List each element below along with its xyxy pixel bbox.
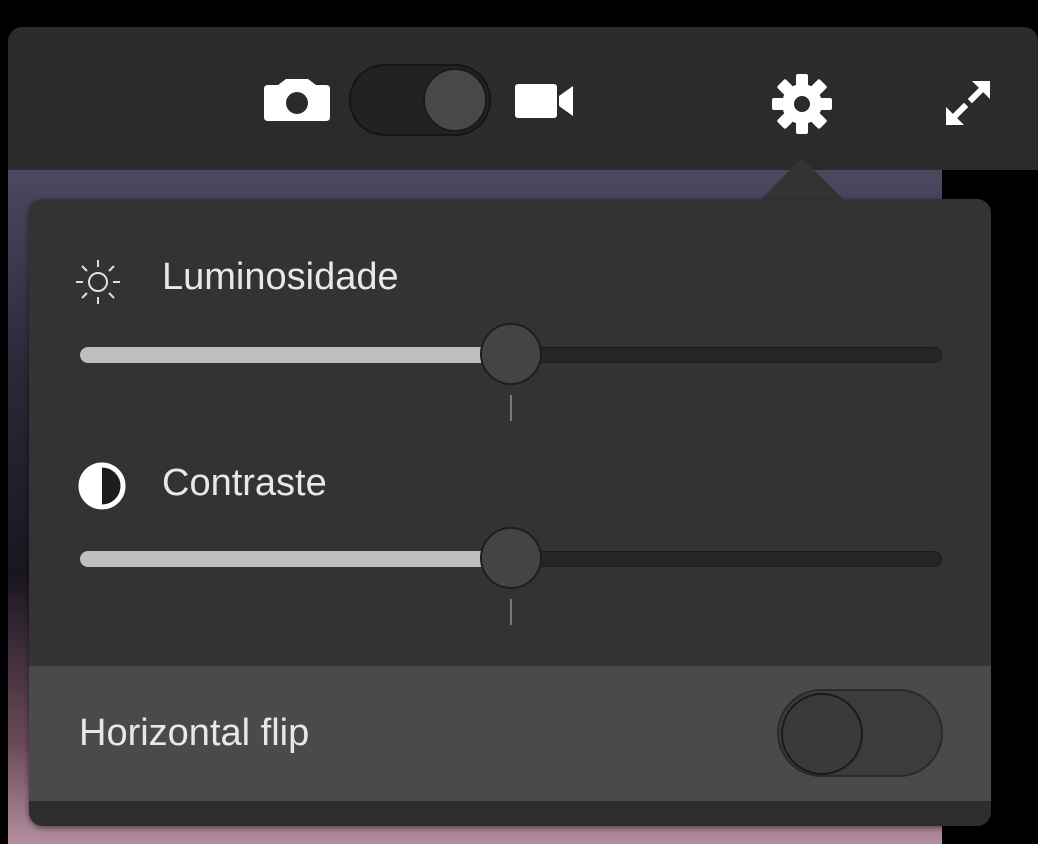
sun-icon [76,260,120,304]
toggle-knob [781,693,863,775]
horizontal-flip-toggle[interactable] [777,689,943,777]
brightness-slider[interactable] [80,323,942,421]
settings-panel: Luminosidade Contraste Horizontal flip [29,199,991,826]
contrast-icon [78,462,126,510]
camera-icon[interactable] [264,79,330,121]
brightness-label: Luminosidade [162,256,399,298]
horizontal-flip-label: Horizontal flip [79,712,310,754]
slider-thumb[interactable] [480,527,542,589]
expand-icon[interactable] [942,77,994,129]
panel-footer [29,801,991,826]
horizontal-flip-row: Horizontal flip [29,666,991,801]
toggle-knob [423,68,487,132]
slider-center-tick [510,599,512,625]
slider-center-tick [510,395,512,421]
camera-toolbar [8,27,1038,170]
slider-fill [80,551,511,567]
panel-pointer [760,158,844,200]
slider-fill [80,347,511,363]
video-camera-icon[interactable] [515,84,577,118]
contrast-slider[interactable] [80,527,942,625]
photo-video-toggle[interactable] [349,64,491,136]
contrast-label: Contraste [162,462,327,504]
slider-thumb[interactable] [480,323,542,385]
gear-icon[interactable] [770,72,834,136]
